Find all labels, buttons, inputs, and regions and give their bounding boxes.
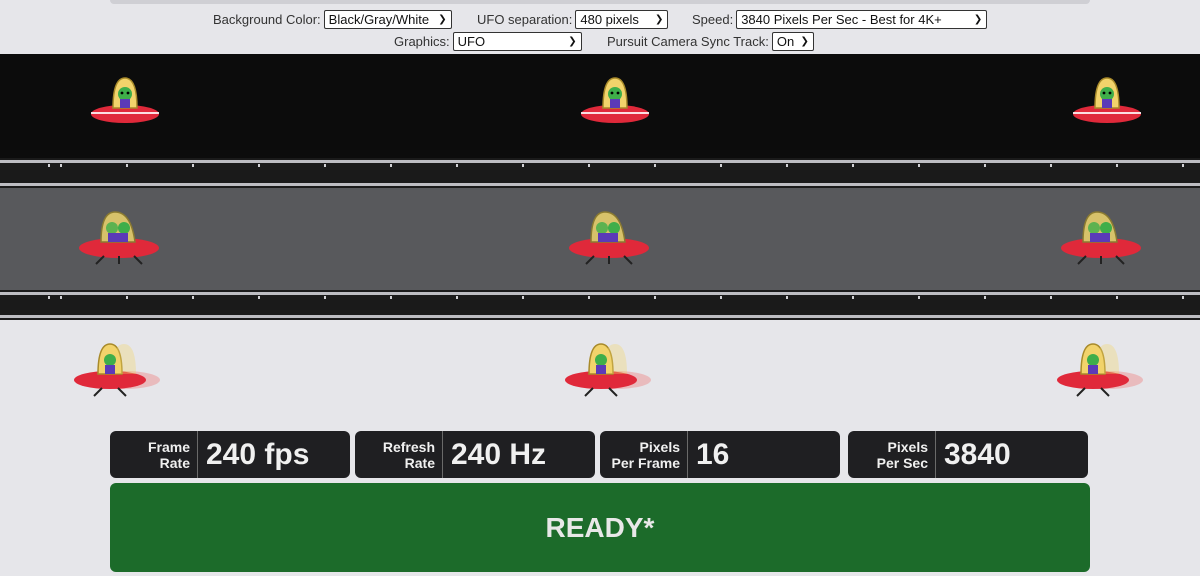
track-rail (0, 160, 1200, 163)
chevron-down-icon: ❯ (973, 13, 983, 25)
ufo-separation-select[interactable]: 480 pixels ❯ (575, 9, 669, 29)
pixels-per-sec-label: Pixels Per Sec (848, 431, 936, 478)
speed-control: Speed: 3840 Pixels Per Sec - Best for 4K… (692, 9, 988, 29)
pixels-per-sec-value: 3840 (944, 437, 1011, 471)
chevron-down-icon: ❯ (438, 13, 447, 25)
frame-rate-value: 240 fps (206, 437, 310, 471)
top-status-strip (110, 0, 1090, 4)
background-color-select[interactable]: Black/Gray/White ❯ (323, 9, 452, 29)
chevron-down-icon: ❯ (568, 35, 577, 47)
background-color-label: Background Color: (213, 11, 321, 27)
stat-label-line: Refresh (382, 438, 435, 455)
speed-label: Speed: (692, 11, 734, 27)
chevron-down-icon: ❯ (800, 35, 809, 47)
controls-panel: Background Color: Black/Gray/White ❯ UFO… (0, 6, 1200, 52)
track-rail (0, 292, 1200, 295)
ufo-alien-icon (74, 208, 164, 268)
ufo-alien-icon (1062, 74, 1152, 134)
pursuit-camera-label: Pursuit Camera Sync Track: (607, 33, 769, 49)
ufo-alien-icon (72, 340, 162, 400)
track-ticks (0, 296, 1200, 299)
ufo-separation-label: UFO separation: (477, 11, 573, 27)
ufo-lane-white (0, 320, 1200, 428)
stat-label-line: Pixels (887, 438, 928, 455)
stat-label-line: Frame (147, 438, 190, 455)
ufo-alien-icon (564, 208, 654, 268)
track-rail (0, 183, 1200, 186)
graphics-select[interactable]: UFO ❯ (452, 31, 582, 51)
graphics-value: UFO (457, 33, 486, 49)
ufo-alien-icon (1055, 340, 1145, 400)
stats-bar: Frame Rate 240 fps Refresh Rate 240 Hz Pix… (110, 431, 1090, 478)
background-color-control: Background Color: Black/Gray/White ❯ (213, 9, 452, 29)
ufo-alien-icon (80, 74, 170, 134)
ufo-lane-black (0, 54, 1200, 158)
ready-status-banner: READY* (110, 483, 1090, 572)
track-ticks (0, 164, 1200, 167)
stat-label-line: Rate (404, 454, 435, 471)
speed-value: 3840 Pixels Per Sec - Best for 4K+ (741, 11, 942, 27)
stat-label-line: Per Frame (611, 454, 680, 471)
graphics-label: Graphics: (394, 33, 450, 49)
refresh-rate-value: 240 Hz (451, 437, 547, 471)
speed-select[interactable]: 3840 Pixels Per Sec - Best for 4K+ ❯ (736, 9, 988, 29)
graphics-control: Graphics: UFO ❯ (394, 31, 582, 51)
refresh-rate-label: Refresh Rate (355, 431, 443, 478)
stat-label-line: Per Sec (876, 454, 928, 471)
pixels-per-frame-value: 16 (696, 437, 730, 471)
pursuit-sync-track-1 (0, 158, 1200, 188)
stat-label-line: Rate (159, 454, 190, 471)
track-rail (0, 315, 1200, 318)
pixels-per-sec-stat: Pixels Per Sec 3840 (848, 431, 1088, 478)
pursuit-camera-select[interactable]: On ❯ (771, 31, 814, 51)
ufo-alien-icon (570, 74, 660, 134)
ufo-separation-control: UFO separation: 480 pixels ❯ (477, 9, 669, 29)
refresh-rate-stat: Refresh Rate 240 Hz (355, 431, 595, 478)
frame-rate-stat: Frame Rate 240 fps (110, 431, 350, 478)
pixels-per-frame-stat: Pixels Per Frame 16 (600, 431, 840, 478)
pursuit-sync-track-2 (0, 290, 1200, 320)
pixels-per-frame-label: Pixels Per Frame (600, 431, 688, 478)
background-color-value: Black/Gray/White (328, 11, 430, 27)
ufo-separation-value: 480 pixels (580, 11, 639, 27)
stat-label-line: Pixels (639, 438, 680, 455)
chevron-down-icon: ❯ (654, 13, 664, 25)
pursuit-camera-value: On (776, 33, 795, 49)
ufo-alien-icon (563, 340, 653, 400)
pursuit-camera-control: Pursuit Camera Sync Track: On ❯ (607, 31, 814, 51)
frame-rate-label: Frame Rate (110, 431, 198, 478)
ufo-alien-icon (1056, 208, 1146, 268)
ufo-lane-gray (0, 188, 1200, 290)
